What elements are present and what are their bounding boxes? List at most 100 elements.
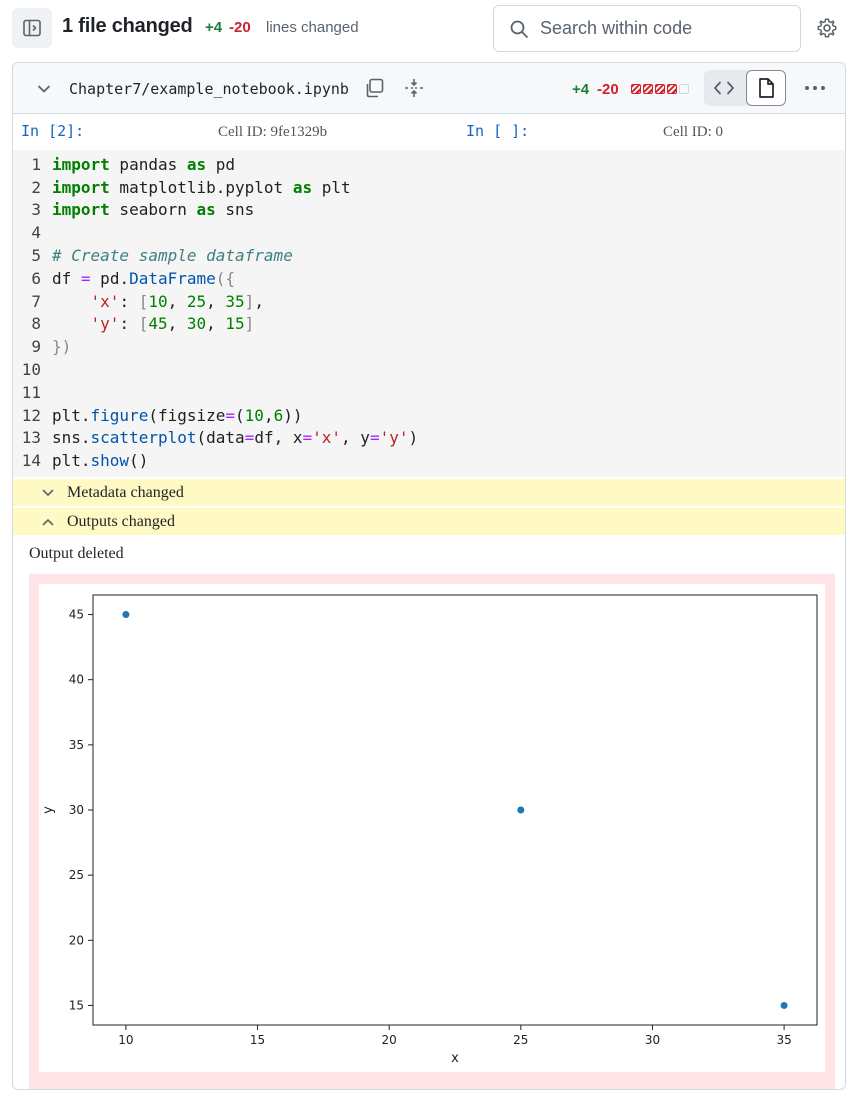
file-deletions: -20 [597, 81, 619, 98]
right-cell-id: Cell ID: 0 [663, 124, 723, 140]
code-line: 4 [13, 221, 845, 244]
line-number: 9 [31, 337, 41, 357]
line-number: 6 [31, 268, 41, 288]
gear-icon[interactable] [816, 17, 838, 39]
x-tick-label: 35 [776, 1033, 791, 1047]
y-tick-label: 35 [69, 738, 84, 752]
y-tick-label: 25 [69, 868, 84, 882]
chevron-down-icon [42, 489, 54, 496]
y-tick-label: 45 [69, 608, 84, 622]
view-toggle [704, 70, 786, 106]
line-number: 2 [31, 177, 41, 197]
line-number: 4 [31, 223, 41, 243]
code-text: 'x': [10, 25, 35], [90, 291, 264, 311]
lines-changed-label: lines changed [266, 19, 359, 36]
code-line: 14 plt.show() [13, 449, 845, 472]
code-line: 9}) [13, 335, 845, 358]
code-line: 8 'y': [45, 30, 15] [13, 313, 845, 336]
file-header: Chapter7/example_notebook.ipynb +4 -20 [13, 63, 845, 114]
code-line: 2 import matplotlib.pyplot as plt [13, 176, 845, 199]
code-line: 6 df = pd.DataFrame({ [13, 267, 845, 290]
copy-icon[interactable] [363, 77, 385, 99]
output-figure: 10 15 20 25 30 35 15 20 25 30 35 40 45 x y [39, 584, 825, 1072]
code-text: # Create sample dataframe [52, 246, 293, 266]
files-changed-count: 1 file changed [62, 15, 193, 37]
line-number: 14 [21, 451, 41, 471]
code-text: sns.scatterplot(data=df, x='x', y='y') [52, 428, 419, 448]
expand-all-icon[interactable] [403, 77, 425, 99]
line-number: 8 [31, 314, 41, 334]
x-tick-label: 20 [382, 1033, 397, 1047]
code-text: plt.figure(figsize=(10,6)) [52, 405, 303, 425]
code-line: 5 # Create sample dataframe [13, 244, 845, 267]
outputs-changed-toggle[interactable]: Outputs changed [13, 508, 845, 535]
code-line: 11 [13, 381, 845, 404]
sidebar-expand-icon [23, 19, 41, 37]
code-text: }) [52, 337, 72, 357]
y-tick-label: 15 [69, 998, 84, 1012]
line-number: 12 [21, 405, 41, 425]
top-bar: 1 file changed +4 -20 lines changed Sear… [0, 0, 856, 58]
code-line: 1 import pandas as pd [13, 153, 845, 176]
metadata-changed-label: Metadata changed [67, 483, 184, 501]
data-point [122, 611, 130, 619]
code-line: 7 'x': [10, 25, 35], [13, 290, 845, 313]
data-point [517, 806, 525, 814]
more-options-icon[interactable] [803, 77, 827, 99]
x-tick-label: 25 [513, 1033, 528, 1047]
file-additions: +4 [572, 81, 590, 98]
data-point [780, 1001, 788, 1009]
plot-frame [92, 594, 818, 1026]
line-number: 13 [21, 428, 41, 448]
total-deletions: -20 [229, 19, 251, 36]
line-number: 3 [31, 200, 41, 220]
code-line: 10 [13, 358, 845, 381]
y-tick-label: 30 [69, 803, 84, 817]
total-additions: +4 [205, 19, 223, 36]
toggle-file-tree-button[interactable] [12, 8, 52, 48]
x-axis-label: x [451, 1051, 459, 1066]
file-path[interactable]: Chapter7/example_notebook.ipynb [69, 80, 349, 98]
chevron-down-icon[interactable] [35, 80, 53, 98]
x-tick-label: 10 [118, 1033, 133, 1047]
search-within-code-input[interactable]: Search within code [493, 5, 801, 52]
line-number: 11 [21, 382, 41, 402]
left-cell-id: Cell ID: 9fe1329b [218, 124, 328, 140]
diffstat-blocks [631, 84, 689, 94]
y-tick-label: 40 [69, 673, 84, 687]
diffstat-block-deleted [655, 84, 665, 94]
rich-diff-button[interactable] [746, 70, 786, 106]
code-text: import seaborn as sns [52, 200, 255, 220]
x-tick-label: 30 [645, 1033, 660, 1047]
x-tick-label: 15 [250, 1033, 265, 1047]
diffstat-block-neutral [679, 84, 689, 94]
cell-header: In [2]: Cell ID: 9fe1329b In [ ]: Cell I… [13, 114, 845, 150]
file-icon [759, 78, 774, 98]
code-text: df = pd.DataFrame({ [52, 268, 236, 288]
line-number: 10 [21, 360, 41, 380]
code-text: import pandas as pd [52, 154, 236, 174]
code-text: plt.show() [52, 451, 149, 471]
code-icon [714, 81, 734, 95]
outputs-changed-label: Outputs changed [67, 512, 175, 530]
line-number: 7 [31, 291, 41, 311]
y-axis-label: y [41, 806, 56, 814]
left-cell-prompt: In [2]: [21, 122, 85, 140]
metadata-changed-toggle[interactable]: Metadata changed [13, 479, 845, 506]
line-number: 1 [31, 154, 41, 174]
chevron-up-icon [42, 518, 54, 525]
file-diff: Chapter7/example_notebook.ipynb +4 -20 I… [12, 62, 846, 1090]
diffstat-block-deleted [643, 84, 653, 94]
right-cell-prompt: In [ ]: [466, 122, 530, 140]
code-line: 3 import seaborn as sns [13, 199, 845, 222]
scatter-chart: 10 15 20 25 30 35 15 20 25 30 35 40 45 x y [41, 594, 818, 1066]
code-cell: 1 import pandas as pd 2 import matplotlib.p… [13, 150, 845, 477]
deleted-output: 10 15 20 25 30 35 15 20 25 30 35 40 45 x y [29, 574, 835, 1089]
code-text: import matplotlib.pyplot as plt [52, 177, 351, 197]
diffstat-block-deleted [631, 84, 641, 94]
output-status: Output deleted [29, 545, 124, 562]
line-number: 5 [31, 246, 41, 266]
diffstat-block-deleted [667, 84, 677, 94]
y-tick-label: 20 [69, 933, 84, 947]
source-diff-button[interactable] [704, 70, 744, 106]
